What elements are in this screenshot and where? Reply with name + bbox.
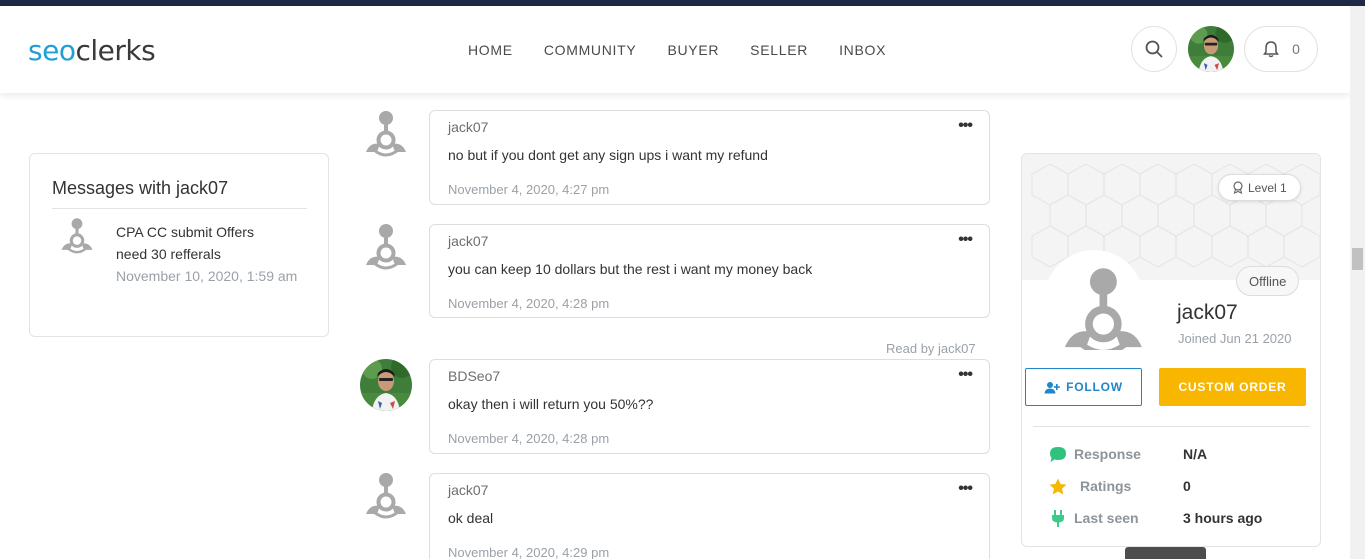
thread-date: November 10, 2020, 1:59 am xyxy=(116,268,298,284)
message-avatar[interactable] xyxy=(360,221,412,273)
stat-label: Response xyxy=(1074,446,1141,462)
message-username[interactable]: BDSeo7 xyxy=(448,368,500,384)
read-receipt: Read by jack07 xyxy=(886,341,976,356)
notifications-button[interactable]: 0 xyxy=(1244,26,1318,72)
message-options-icon[interactable]: ••• xyxy=(958,366,973,384)
message-bubble: jack07 ••• ok deal November 4, 2020, 4:2… xyxy=(429,473,990,559)
message-bubble: jack07 ••• no but if you dont get any si… xyxy=(429,110,990,205)
default-avatar-icon xyxy=(55,216,99,256)
award-icon xyxy=(1233,181,1243,194)
stat-label: Ratings xyxy=(1080,478,1132,494)
stat-ratings: Ratings 0 xyxy=(1048,477,1298,497)
notification-count: 0 xyxy=(1292,41,1300,57)
message-avatar[interactable] xyxy=(360,359,412,411)
thread-subject[interactable]: CPA CC submit Offers need 30 refferals xyxy=(116,221,286,265)
status-badge: Offline xyxy=(1236,266,1300,296)
message-username[interactable]: jack07 xyxy=(448,233,488,249)
stat-last-seen: Last seen 3 hours ago xyxy=(1048,509,1298,529)
message-username[interactable]: jack07 xyxy=(448,482,488,498)
conversation-title: Messages with jack07 xyxy=(52,178,229,198)
message-options-icon[interactable]: ••• xyxy=(958,117,973,135)
message-text: ok deal xyxy=(448,510,494,526)
stat-value: 0 xyxy=(1183,478,1191,494)
profile-joined: Joined Jun 21 2020 xyxy=(1178,331,1292,346)
message-options-icon[interactable]: ••• xyxy=(958,480,973,498)
profile-name[interactable]: jack07 xyxy=(1177,301,1238,325)
message-date: November 4, 2020, 4:27 pm xyxy=(448,182,610,197)
divider xyxy=(52,208,307,209)
chat-bubble-icon xyxy=(1050,447,1066,462)
profile-avatar[interactable] xyxy=(1044,250,1144,350)
profile-card: Level 1 Offline jack07 Joined Jun 21 202… xyxy=(1021,153,1321,547)
message-bubble: BDSeo7 ••• okay then i will return you 5… xyxy=(429,359,990,454)
message-text: okay then i will return you 50%?? xyxy=(448,396,654,412)
stat-response: Response N/A xyxy=(1048,445,1298,465)
message-options-icon[interactable]: ••• xyxy=(958,231,973,249)
search-icon xyxy=(1145,40,1163,58)
top-navbar: seoclerks HOME COMMUNITY BUYER SELLER IN… xyxy=(0,6,1350,93)
nav-community[interactable]: COMMUNITY xyxy=(544,42,637,58)
nav-home[interactable]: HOME xyxy=(468,42,513,58)
search-button[interactable] xyxy=(1131,26,1177,72)
message-username[interactable]: jack07 xyxy=(448,119,488,135)
stat-value: 3 hours ago xyxy=(1183,510,1263,526)
main-menu: HOME COMMUNITY BUYER SELLER INBOX xyxy=(468,42,917,58)
user-plus-icon xyxy=(1044,381,1060,393)
message-bubble: jack07 ••• you can keep 10 dollars but t… xyxy=(429,224,990,318)
level-text: Level 1 xyxy=(1248,180,1287,195)
star-icon xyxy=(1049,478,1067,495)
divider xyxy=(1033,426,1310,427)
message-date: November 4, 2020, 4:29 pm xyxy=(448,545,610,559)
message-avatar[interactable] xyxy=(360,470,412,522)
chat-widget-tab[interactable] xyxy=(1125,547,1206,559)
message-date: November 4, 2020, 4:28 pm xyxy=(448,431,610,446)
user-avatar[interactable] xyxy=(1188,26,1234,72)
scrollbar-thumb[interactable] xyxy=(1352,248,1363,270)
message-avatar[interactable] xyxy=(360,108,412,160)
custom-order-button[interactable]: CUSTOM ORDER xyxy=(1159,368,1306,406)
seoclerks-logo[interactable]: seoclerks xyxy=(28,34,156,67)
message-text: no but if you dont get any sign ups i wa… xyxy=(448,147,768,163)
nav-inbox[interactable]: INBOX xyxy=(839,42,886,58)
stat-value: N/A xyxy=(1183,446,1208,462)
bell-icon xyxy=(1263,41,1280,58)
nav-buyer[interactable]: BUYER xyxy=(667,42,719,58)
message-text: you can keep 10 dollars but the rest i w… xyxy=(448,261,813,277)
plug-icon xyxy=(1052,510,1064,527)
nav-seller[interactable]: SELLER xyxy=(750,42,808,58)
stat-label: Last seen xyxy=(1074,510,1139,526)
page-scrollbar[interactable] xyxy=(1350,6,1365,559)
conversation-card: Messages with jack07 CPA CC submit Offer… xyxy=(29,153,329,337)
message-date: November 4, 2020, 4:28 pm xyxy=(448,296,610,311)
level-badge: Level 1 xyxy=(1218,174,1301,201)
follow-button[interactable]: FOLLOW xyxy=(1025,368,1142,406)
